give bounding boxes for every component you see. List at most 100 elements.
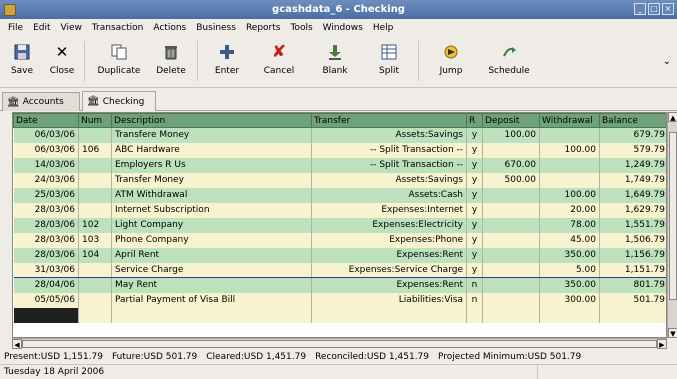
cell-date[interactable]: 28/04/06 bbox=[13, 277, 79, 293]
menu-reports[interactable]: Reports bbox=[241, 23, 286, 33]
cell-withdrawal[interactable]: 20.00 bbox=[539, 202, 600, 218]
cell-deposit[interactable] bbox=[482, 247, 540, 263]
cell-num[interactable] bbox=[78, 127, 112, 143]
table-row[interactable]: 28/03/06 Internet Subscription Expenses:In… bbox=[13, 202, 666, 218]
cell-balance[interactable]: 1,629.79 bbox=[599, 202, 666, 218]
table-row[interactable]: 05/05/06 Partial Payment of Visa Bill Liab… bbox=[13, 292, 666, 308]
cell-reconciled[interactable]: y bbox=[466, 157, 483, 173]
menu-business[interactable]: Business bbox=[191, 23, 241, 33]
register-table[interactable]: Date Num Description Transfer R Deposit … bbox=[12, 112, 667, 338]
cell-balance[interactable]: 1,551.79 bbox=[599, 217, 666, 233]
cell-blank[interactable] bbox=[599, 307, 666, 323]
cell-deposit[interactable] bbox=[482, 202, 540, 218]
cell-transfer[interactable]: Assets:Savings bbox=[311, 127, 467, 143]
vertical-scrollbar[interactable]: ▲ ▼ bbox=[667, 112, 677, 338]
cell-date[interactable]: 28/03/06 bbox=[13, 202, 79, 218]
delete-button[interactable]: Delete bbox=[149, 36, 193, 86]
cell-balance[interactable]: 1,249.79 bbox=[599, 157, 666, 173]
duplicate-button[interactable]: Duplicate bbox=[89, 36, 149, 86]
cell-date[interactable]: 28/03/06 bbox=[13, 247, 79, 263]
cell-withdrawal[interactable]: 78.00 bbox=[539, 217, 600, 233]
cell-num[interactable] bbox=[78, 187, 112, 203]
cell-withdrawal[interactable]: 5.00 bbox=[539, 262, 600, 278]
menu-actions[interactable]: Actions bbox=[148, 23, 191, 33]
horizontal-scroll-thumb[interactable] bbox=[22, 340, 657, 348]
cell-description[interactable]: ABC Hardware bbox=[111, 142, 312, 158]
cell-reconciled[interactable]: y bbox=[466, 232, 483, 248]
cell-description[interactable]: Phone Company bbox=[111, 232, 312, 248]
column-reconciled[interactable]: R bbox=[466, 113, 483, 128]
cell-transfer[interactable]: -- Split Transaction -- bbox=[311, 157, 467, 173]
cell-num[interactable] bbox=[78, 292, 112, 308]
tab-accounts[interactable]: 🏛 Accounts bbox=[2, 92, 80, 111]
vertical-scroll-thumb[interactable] bbox=[669, 132, 677, 300]
menu-help[interactable]: Help bbox=[368, 23, 399, 33]
tab-checking[interactable]: 🏛 Checking bbox=[82, 91, 156, 111]
table-row[interactable]: 31/03/06 Service Charge Expenses:Service C… bbox=[13, 262, 666, 278]
schedule-button[interactable]: Schedule bbox=[479, 36, 539, 86]
cell-deposit[interactable]: 500.00 bbox=[482, 172, 540, 188]
cell-reconciled[interactable]: y bbox=[466, 247, 483, 263]
enter-button[interactable]: Enter bbox=[202, 36, 252, 86]
table-row[interactable]: 24/03/06 Transfer Money Assets:Savings y 500… bbox=[13, 172, 666, 188]
cell-description[interactable]: Light Company bbox=[111, 217, 312, 233]
cell-deposit[interactable] bbox=[482, 292, 540, 308]
cell-transfer[interactable]: Expenses:Rent bbox=[311, 277, 467, 293]
jump-button[interactable]: Jump bbox=[423, 36, 479, 86]
cell-blank[interactable] bbox=[466, 307, 483, 323]
cell-blank[interactable] bbox=[539, 307, 600, 323]
cell-description[interactable]: ATM Withdrawal bbox=[111, 187, 312, 203]
cell-description[interactable]: Service Charge bbox=[111, 262, 312, 278]
cell-description[interactable]: Transfere Money bbox=[111, 127, 312, 143]
cell-withdrawal[interactable] bbox=[539, 172, 600, 188]
cell-description[interactable]: May Rent bbox=[111, 277, 312, 293]
cell-blank[interactable] bbox=[78, 307, 112, 323]
cell-description[interactable]: Transfer Money bbox=[111, 172, 312, 188]
cell-deposit[interactable]: 100.00 bbox=[482, 127, 540, 143]
cell-reconciled[interactable]: y bbox=[466, 187, 483, 203]
blank-entry-row[interactable] bbox=[13, 307, 666, 323]
scroll-right-icon[interactable]: ▶ bbox=[657, 339, 667, 349]
table-row[interactable]: 06/03/06 106 ABC Hardware -- Split Transact… bbox=[13, 142, 666, 158]
cell-withdrawal[interactable]: 45.00 bbox=[539, 232, 600, 248]
table-row[interactable]: 28/03/06 103 Phone Company Expenses:Phone y 4… bbox=[13, 232, 666, 248]
scroll-up-icon[interactable]: ▲ bbox=[668, 112, 677, 122]
menu-tools[interactable]: Tools bbox=[285, 23, 317, 33]
table-row[interactable]: 06/03/06 Transfere Money Assets:Savings y 10… bbox=[13, 127, 666, 143]
cell-num[interactable] bbox=[78, 277, 112, 293]
table-row[interactable]: 28/03/06 102 Light Company Expenses:Electri… bbox=[13, 217, 666, 233]
cell-transfer[interactable]: Assets:Savings bbox=[311, 172, 467, 188]
cell-transfer[interactable]: Assets:Cash bbox=[311, 187, 467, 203]
cell-reconciled[interactable]: n bbox=[466, 292, 483, 308]
minimize-icon[interactable]: _ bbox=[634, 3, 646, 15]
cell-reconciled[interactable]: y bbox=[466, 142, 483, 158]
cell-withdrawal[interactable]: 100.00 bbox=[539, 187, 600, 203]
cell-deposit[interactable] bbox=[482, 277, 540, 293]
cell-transfer[interactable]: Expenses:Phone bbox=[311, 232, 467, 248]
menu-file[interactable]: File bbox=[3, 23, 28, 33]
cell-description[interactable]: Partial Payment of Visa Bill bbox=[111, 292, 312, 308]
cell-balance[interactable]: 501.79 bbox=[599, 292, 666, 308]
cell-balance[interactable]: 801.79 bbox=[599, 277, 666, 293]
cell-deposit[interactable]: 670.00 bbox=[482, 157, 540, 173]
column-date[interactable]: Date bbox=[13, 113, 79, 128]
cell-balance[interactable]: 679.79 bbox=[599, 127, 666, 143]
cell-reconciled[interactable]: y bbox=[466, 262, 483, 278]
menu-transaction[interactable]: Transaction bbox=[87, 23, 149, 33]
cell-balance[interactable]: 1,749.79 bbox=[599, 172, 666, 188]
column-transfer[interactable]: Transfer bbox=[311, 113, 467, 128]
column-balance[interactable]: Balance bbox=[599, 113, 666, 128]
cell-description[interactable]: April Rent bbox=[111, 247, 312, 263]
column-num[interactable]: Num bbox=[78, 113, 112, 128]
cell-transfer[interactable]: Expenses:Rent bbox=[311, 247, 467, 263]
column-withdrawal[interactable]: Withdrawal bbox=[539, 113, 600, 128]
menu-view[interactable]: View bbox=[56, 23, 87, 33]
cell-date[interactable]: 24/03/06 bbox=[13, 172, 79, 188]
table-row[interactable]: 25/03/06 ATM Withdrawal Assets:Cash y 100.00… bbox=[13, 187, 666, 203]
cell-deposit[interactable] bbox=[482, 217, 540, 233]
cell-blank[interactable] bbox=[13, 307, 79, 323]
cell-blank[interactable] bbox=[311, 307, 467, 323]
cell-blank[interactable] bbox=[111, 307, 312, 323]
cell-withdrawal[interactable]: 350.00 bbox=[539, 247, 600, 263]
close-button[interactable]: ✕ Close bbox=[44, 36, 80, 86]
